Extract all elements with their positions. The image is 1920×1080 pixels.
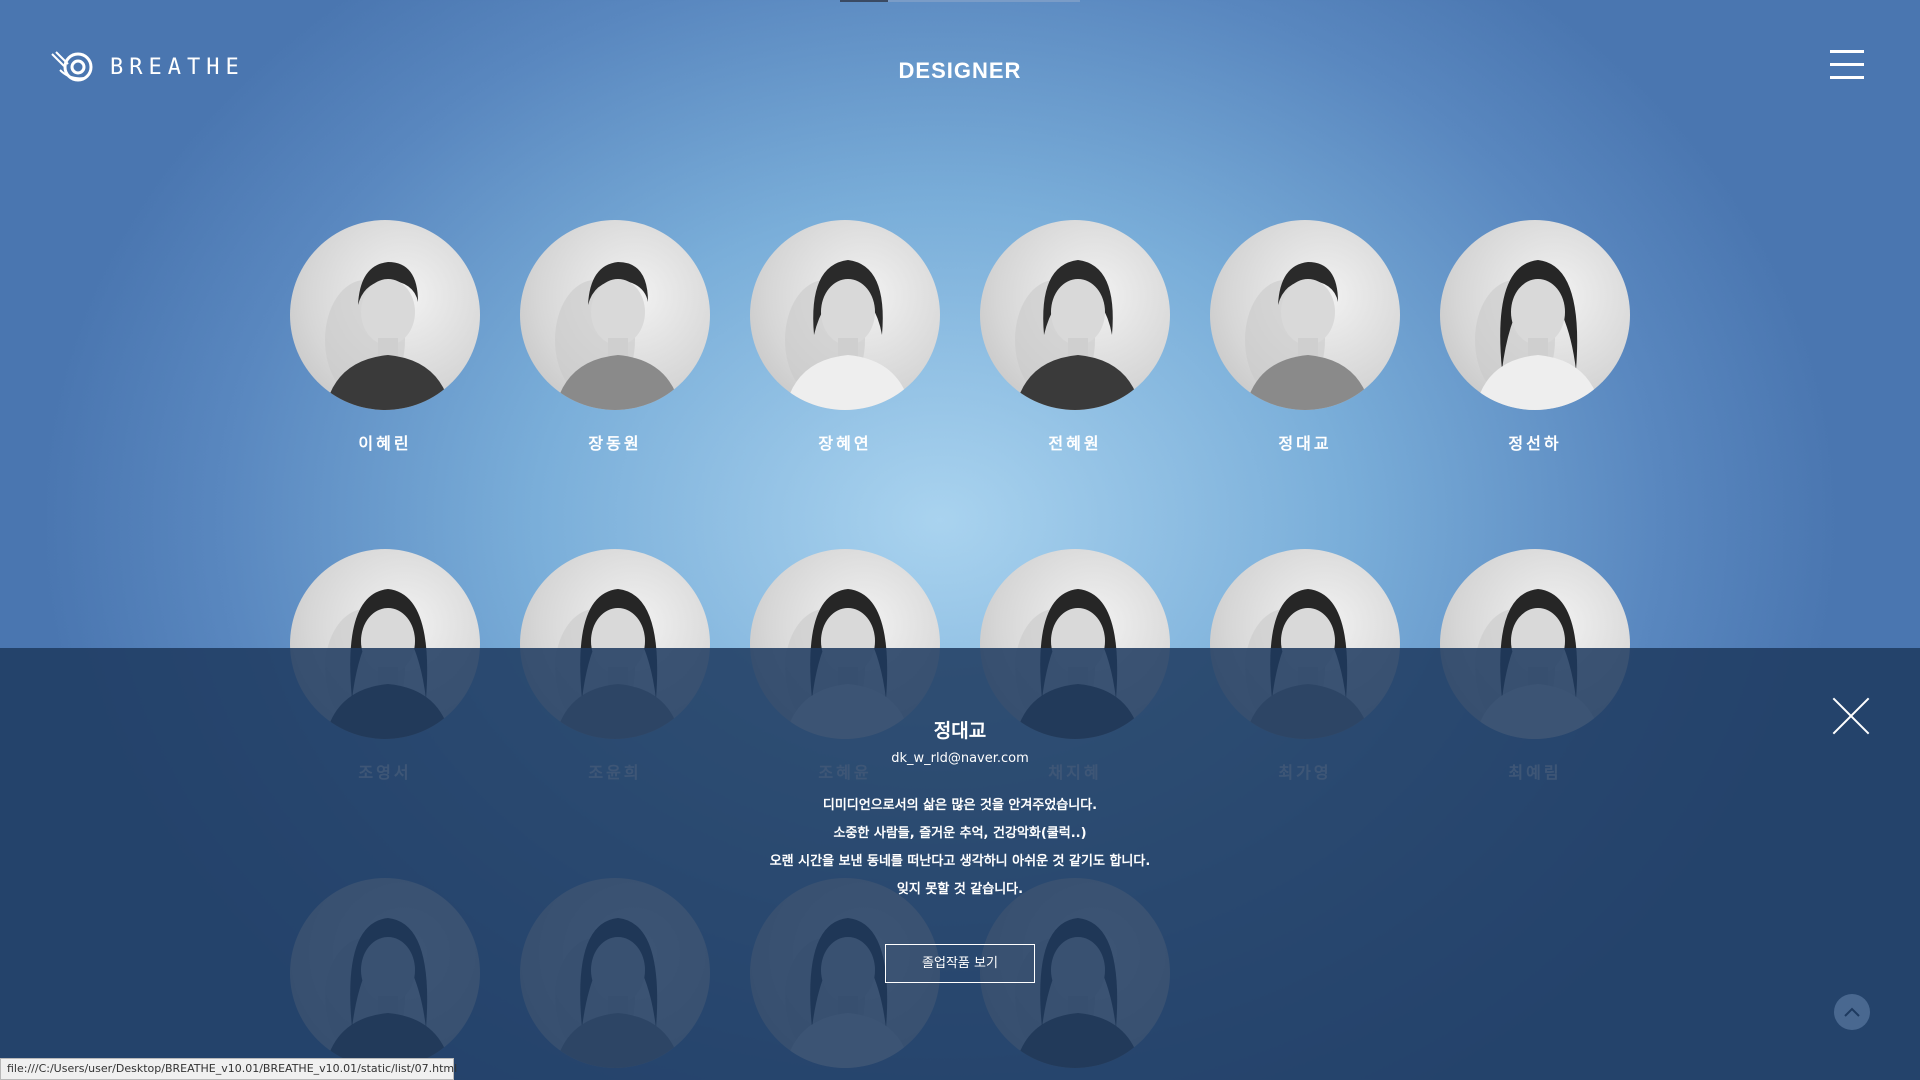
hamburger-icon[interactable] — [1830, 50, 1864, 82]
designer-detail-modal: 정대교 dk_w_rld@naver.com 디미디언으로서의 삶은 많은 것을… — [0, 648, 1920, 1080]
modal-designer-name: 정대교 — [933, 720, 987, 742]
designer-name: 정선하 — [1508, 434, 1562, 453]
designer-card[interactable]: 정대교 — [1210, 220, 1400, 454]
chevron-up-icon — [1844, 1007, 1860, 1017]
bio-line: 오랜 시간을 보낸 동네를 떠난다고 생각하니 아쉬운 것 같기도 합니다. — [769, 854, 1151, 869]
status-bar-url: file:///C:/Users/user/Desktop/BREATHE_v1… — [0, 1058, 457, 1080]
designer-card[interactable]: 장동원 — [520, 220, 710, 454]
designer-card[interactable]: 전혜원 — [980, 220, 1170, 454]
designer-name: 장혜연 — [818, 434, 872, 453]
avatar — [290, 220, 480, 410]
designer-name: 이혜린 — [358, 434, 412, 453]
designer-name: 정대교 — [1278, 434, 1332, 453]
bio-line: 디미디언으로서의 삶은 많은 것을 안겨주었습니다. — [822, 798, 1098, 813]
bio-line: 잊지 못할 것 같습니다. — [896, 882, 1024, 897]
avatar — [1210, 220, 1400, 410]
designer-card[interactable]: 장혜연 — [750, 220, 940, 454]
scroll-top-button[interactable] — [1834, 994, 1870, 1030]
progress-fill — [840, 0, 888, 2]
designer-name: 장동원 — [588, 434, 642, 453]
close-icon[interactable] — [1832, 697, 1870, 735]
bio-line: 소중한 사람들, 즐거운 추억, 건강악화(쿨럭..) — [833, 826, 1087, 841]
designer-name: 전혜원 — [1048, 434, 1102, 453]
modal-bio: 디미디언으로서의 삶은 많은 것을 안겨주었습니다. 소중한 사람들, 즐거운 … — [0, 792, 1920, 904]
menu-bar — [1830, 50, 1864, 53]
view-works-button[interactable]: 졸업작품 보기 — [885, 944, 1035, 983]
menu-bar — [1830, 63, 1864, 66]
progress-track — [840, 0, 1080, 2]
modal-email: dk_w_rld@naver.com — [891, 751, 1029, 766]
page-title: DESIGNER — [898, 58, 1022, 83]
avatar — [980, 220, 1170, 410]
avatar — [520, 220, 710, 410]
designer-card[interactable]: 이혜린 — [290, 220, 480, 454]
avatar — [750, 220, 940, 410]
designer-card[interactable]: 정선하 — [1440, 220, 1630, 454]
avatar — [1440, 220, 1630, 410]
menu-bar — [1830, 76, 1864, 79]
